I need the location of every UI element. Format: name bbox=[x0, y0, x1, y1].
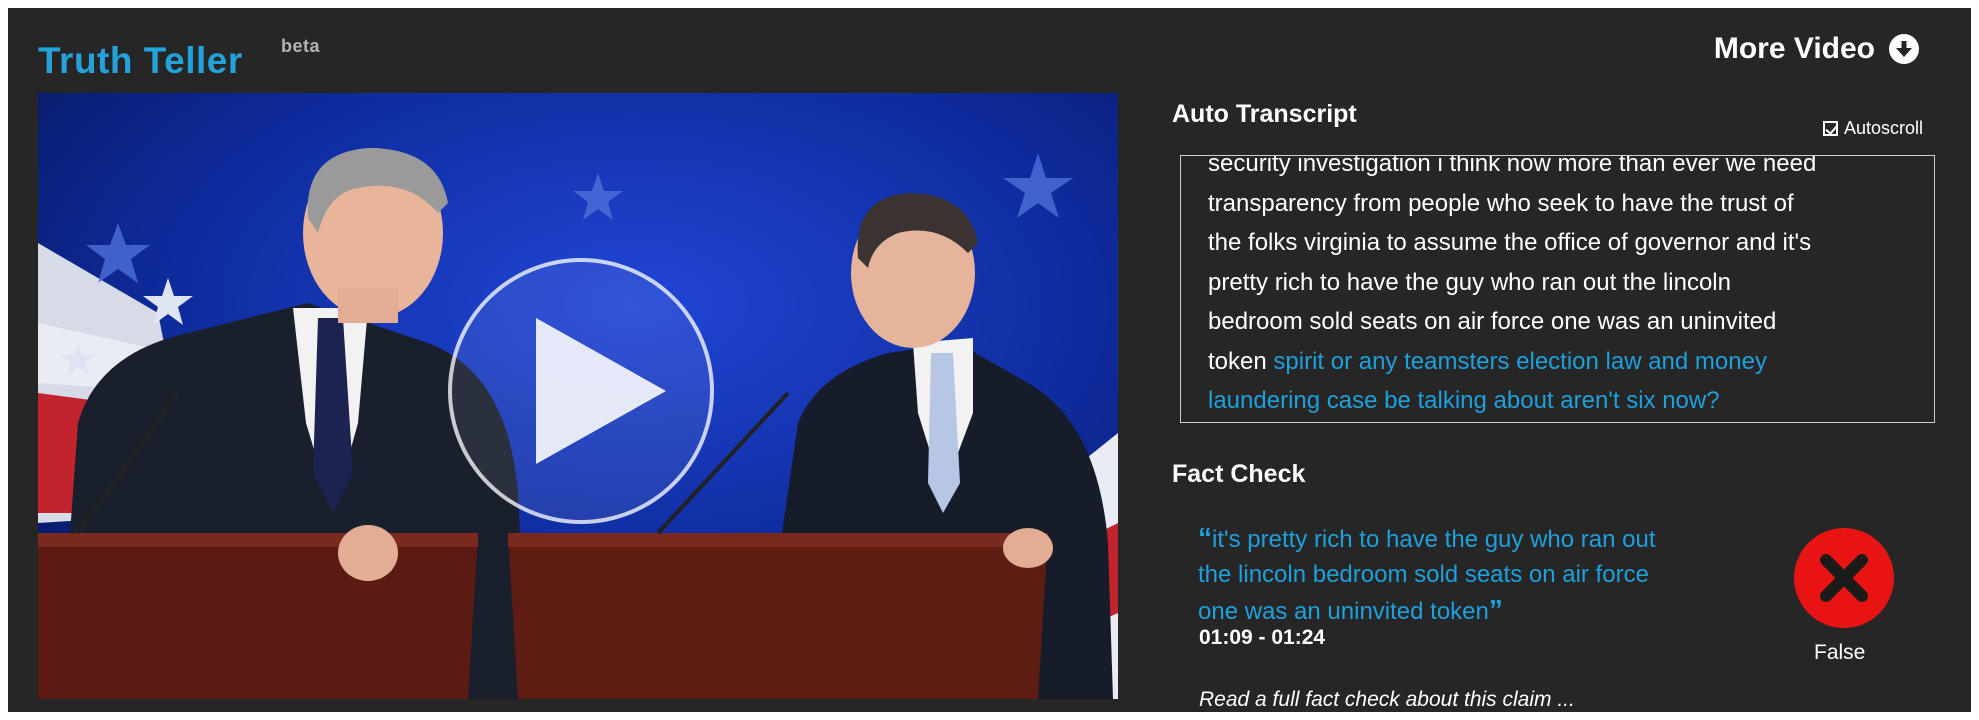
quote-text: it's pretty rich to have the guy who ran… bbox=[1212, 526, 1656, 553]
autoscroll-toggle[interactable]: Autoscroll bbox=[1822, 118, 1923, 139]
transcript-highlight: laundering case be talking about aren't … bbox=[1208, 387, 1720, 414]
transcript-line: transparency from people who seek to hav… bbox=[1208, 189, 1794, 217]
transcript-line: bedroom sold seats on air force one was … bbox=[1208, 308, 1777, 335]
quote-line: “it's pretty rich to have the guy who ra… bbox=[1198, 520, 1758, 557]
transcript-line: token spirit or any teamsters election l… bbox=[1208, 342, 1908, 382]
transcript-text: security investigation i think now more … bbox=[1208, 155, 1908, 421]
fact-check-quote: “it's pretty rich to have the guy who ra… bbox=[1198, 520, 1758, 629]
truth-teller-widget: Truth Teller beta More Video Auto Transc… bbox=[8, 8, 1971, 712]
beta-badge: beta bbox=[281, 36, 321, 56]
transcript-line: pretty rich to have the guy who ran out … bbox=[1208, 268, 1731, 296]
transcript-word: token bbox=[1208, 347, 1267, 375]
close-quote-icon: ” bbox=[1488, 594, 1503, 625]
quote-line: the lincoln bedroom sold seats on air fo… bbox=[1198, 561, 1649, 588]
arrow-down-circle-icon bbox=[1889, 34, 1919, 64]
transcript-title: Auto Transcript bbox=[1172, 100, 1357, 128]
video-player[interactable] bbox=[38, 93, 1118, 699]
quote-line: one was an uninvited token” bbox=[1198, 592, 1758, 629]
autoscroll-label: Autoscroll bbox=[1843, 118, 1923, 138]
fact-check-title: Fact Check bbox=[1172, 460, 1306, 488]
more-video-label: More Video bbox=[1713, 32, 1875, 65]
verdict-false-icon bbox=[1794, 528, 1894, 628]
open-quote-icon: “ bbox=[1198, 522, 1212, 553]
verdict-label: False bbox=[1814, 641, 1866, 664]
quote-text: one was an uninvited token bbox=[1198, 598, 1489, 625]
claim-time-range: 01:09 - 01:24 bbox=[1199, 626, 1326, 649]
more-video-button[interactable]: More Video bbox=[1714, 32, 1919, 66]
app-title: Truth Teller bbox=[38, 40, 243, 81]
transcript-line: security investigation i think now more … bbox=[1208, 155, 1817, 177]
transcript-line: the folks virginia to assume the office … bbox=[1208, 229, 1812, 256]
checkbox-icon bbox=[1822, 121, 1838, 136]
transcript-highlight: spirit or any teamsters election law and… bbox=[1273, 347, 1767, 375]
transcript-box[interactable]: security investigation i think now more … bbox=[1180, 155, 1935, 423]
read-fact-check-link[interactable]: Read a full fact check about this claim … bbox=[1199, 688, 1575, 712]
play-button[interactable] bbox=[448, 258, 714, 524]
x-icon bbox=[1820, 554, 1868, 602]
play-icon bbox=[536, 318, 666, 464]
